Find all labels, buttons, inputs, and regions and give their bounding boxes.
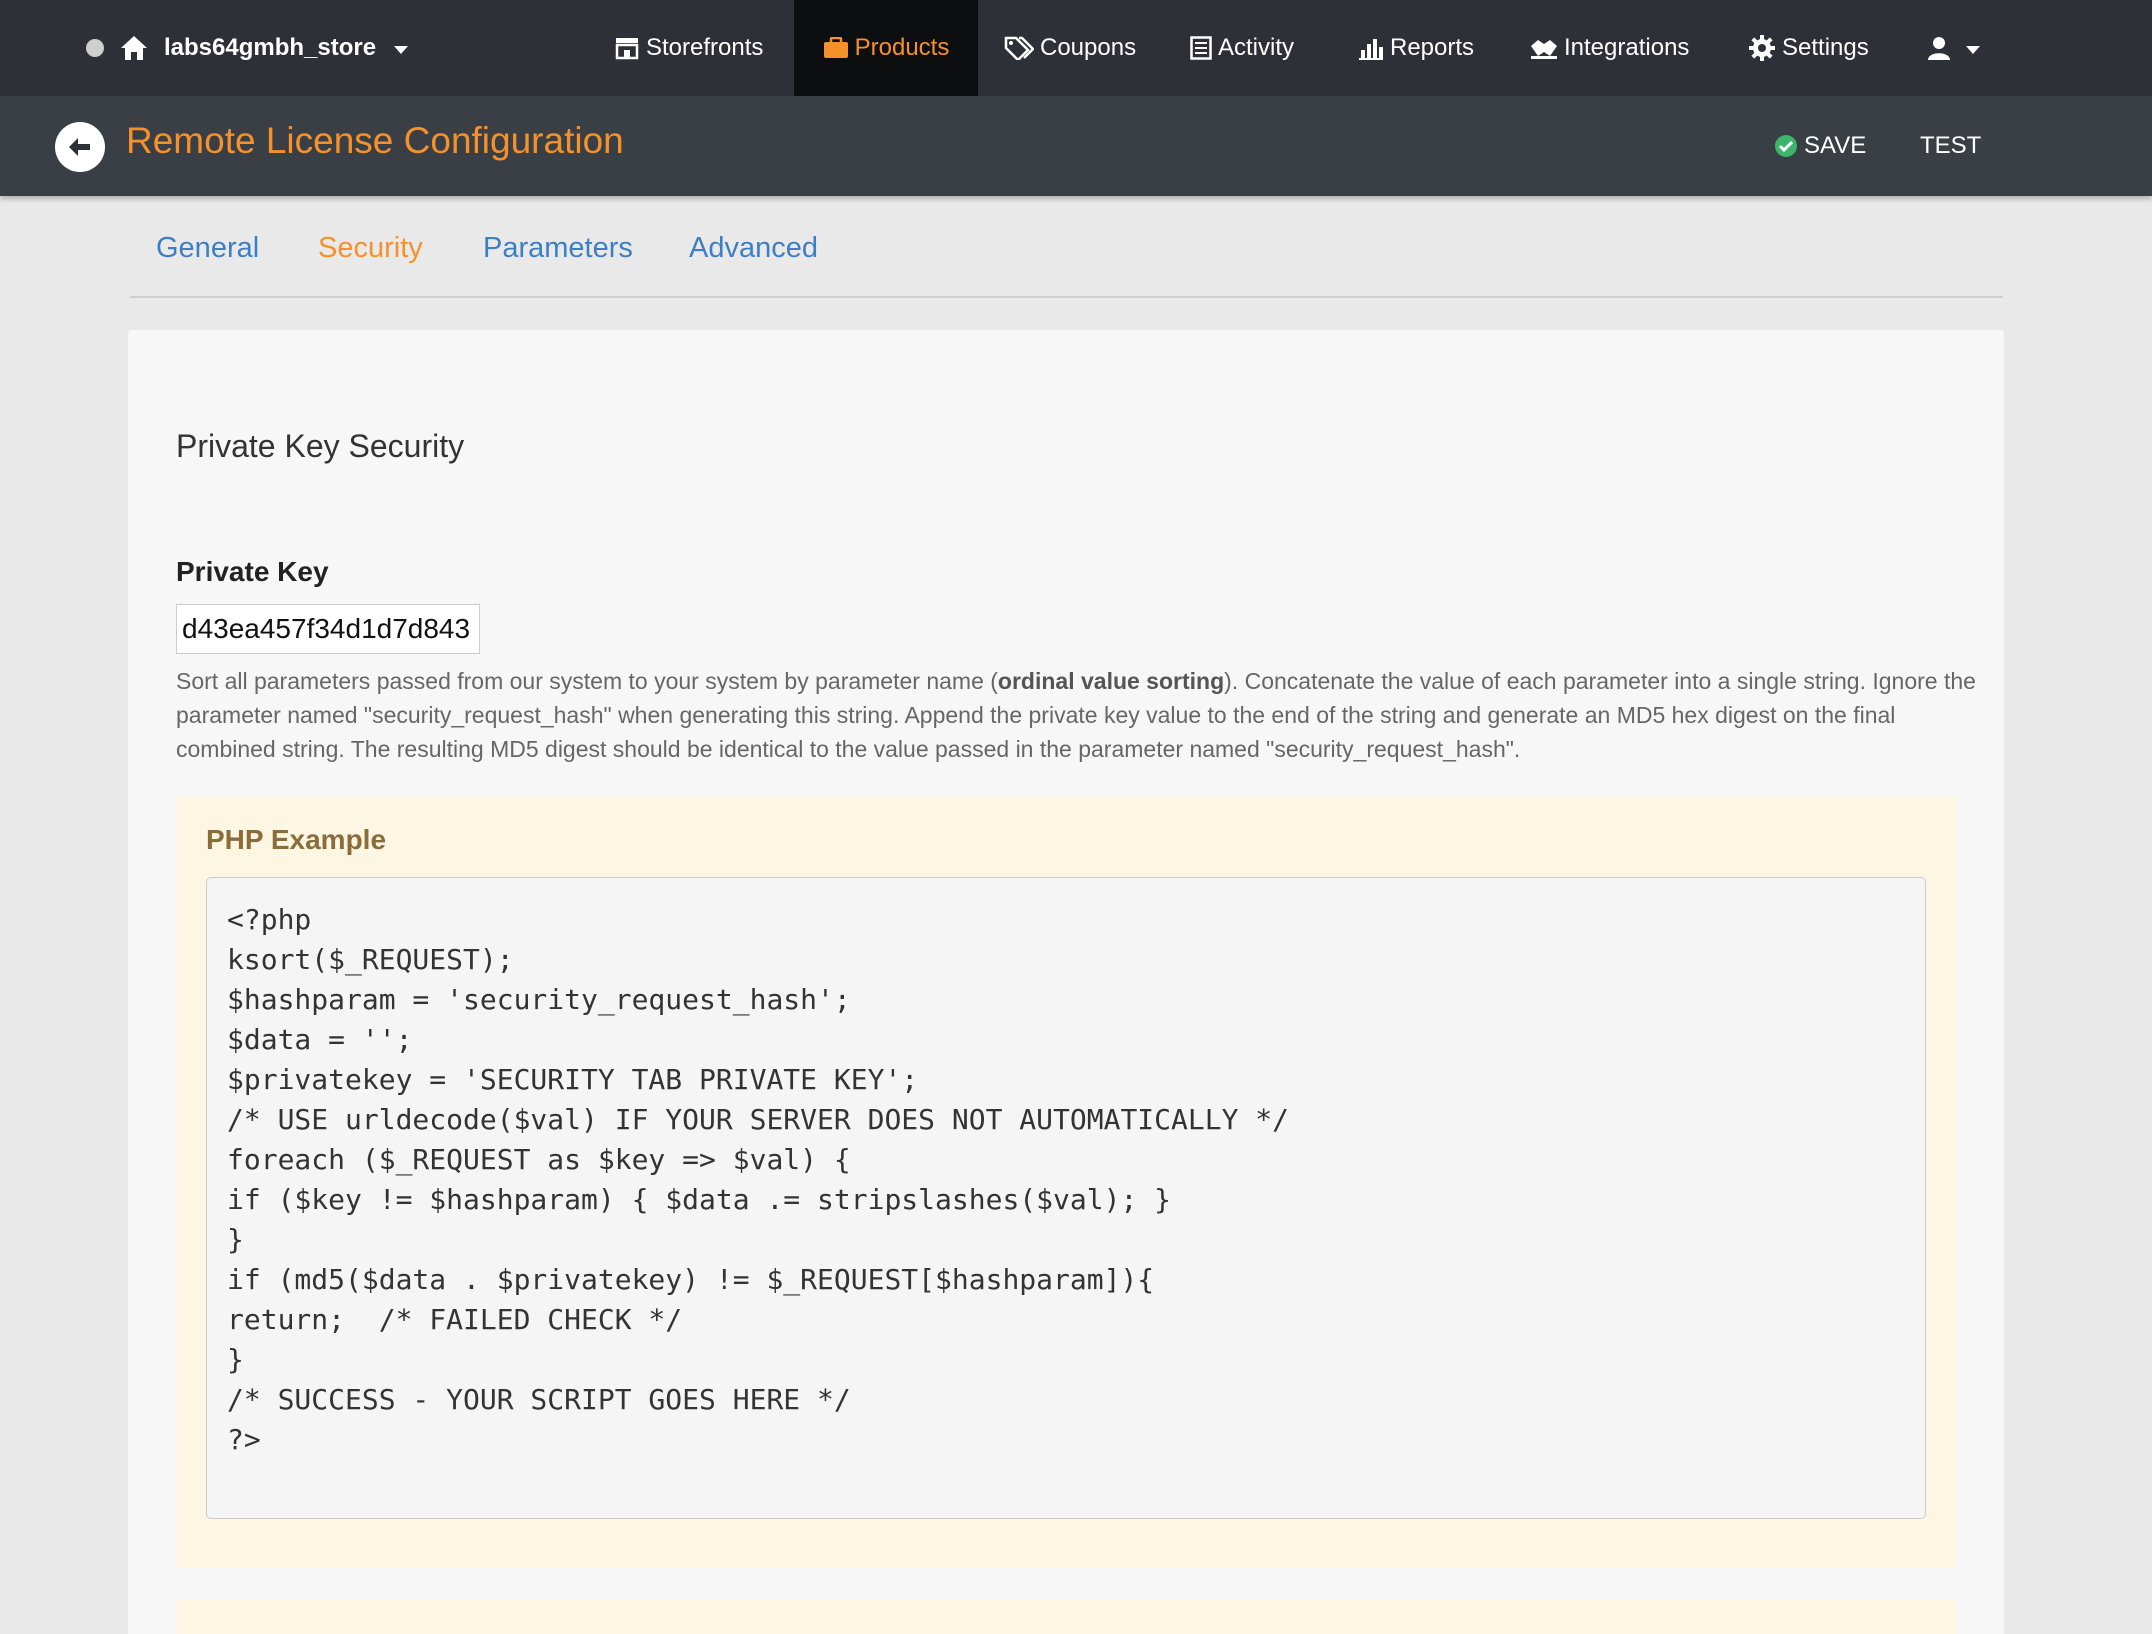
code-line: if (md5($data . $privatekey) != $_REQUES…	[227, 1263, 1155, 1296]
user-menu[interactable]	[1926, 0, 1980, 96]
back-button[interactable]	[55, 122, 105, 172]
status-dot-icon	[86, 39, 104, 57]
store-selector[interactable]: labs64gmbh_store	[86, 0, 409, 96]
nav-coupons-label: Coupons	[1040, 34, 1137, 61]
chevron-down-icon[interactable]	[394, 46, 409, 54]
private-key-label: Private Key	[176, 556, 329, 587]
nav-reports-label: Reports	[1390, 34, 1475, 61]
gear-icon	[1749, 35, 1775, 61]
code-line: if ($key != $hashparam) { $data .= strip…	[227, 1183, 1172, 1216]
nav-coupons[interactable]: Coupons	[1004, 0, 1136, 96]
test-button-label: TEST	[1920, 132, 1982, 159]
store-name[interactable]: labs64gmbh_store	[164, 34, 376, 62]
code-line: ?>	[227, 1423, 261, 1456]
help-text: Sort all parameters passed from our syst…	[176, 664, 1976, 766]
tab-advanced[interactable]: Advanced	[689, 232, 818, 265]
top-navigation: labs64gmbh_store Storefronts Products Co…	[0, 0, 2152, 96]
private-key-input[interactable]	[176, 604, 480, 654]
tab-bar: General Security Parameters Advanced	[130, 226, 2003, 298]
nav-products[interactable]: Products	[794, 0, 978, 96]
php-example-box: PHP Example <?php ksort($_REQUEST); $has…	[176, 796, 1956, 1568]
code-line: ksort($_REQUEST);	[227, 943, 514, 976]
nav-integrations[interactable]: Integrations	[1530, 0, 1689, 96]
example-title: PHP Example	[206, 824, 387, 855]
page-header: Remote License Configuration SAVE TEST	[0, 96, 2152, 196]
nav-settings-label: Settings	[1782, 34, 1869, 61]
list-icon	[1190, 36, 1212, 60]
nav-activity-label: Activity	[1218, 34, 1295, 61]
code-line: <?php	[227, 903, 312, 936]
briefcase-icon	[823, 37, 848, 58]
code-line: $data = '';	[227, 1023, 413, 1056]
home-icon[interactable]	[120, 35, 148, 61]
nav-reports[interactable]: Reports	[1358, 0, 1474, 96]
user-icon	[1928, 37, 1950, 60]
help-text-bold: ordinal value sorting	[997, 668, 1225, 694]
arrow-left-icon	[69, 138, 90, 156]
page-title: Remote License Configuration	[126, 120, 624, 161]
nav-products-label: Products	[854, 34, 950, 61]
help-text-part-1: Sort all parameters passed from our syst…	[176, 668, 998, 694]
tab-general[interactable]: General	[156, 232, 259, 265]
code-line: /* USE urldecode($val) IF YOUR SERVER DO…	[227, 1103, 1290, 1136]
code-line: }	[227, 1223, 244, 1256]
security-panel: Private Key Security Private Key Sort al…	[128, 330, 2004, 1634]
nav-storefronts-label: Storefronts	[646, 34, 764, 61]
nav-integrations-label: Integrations	[1564, 34, 1690, 61]
handshake-icon	[1531, 40, 1557, 59]
storefront-icon	[615, 38, 639, 60]
check-circle-icon	[1775, 135, 1797, 157]
bar-chart-icon	[1359, 39, 1383, 60]
nav-settings[interactable]: Settings	[1748, 0, 1869, 96]
code-line: }	[227, 1343, 244, 1376]
code-line: /* SUCCESS - YOUR SCRIPT GOES HERE */	[227, 1383, 851, 1416]
code-line: $hashparam = 'security_request_hash';	[227, 983, 851, 1016]
code-line: $privatekey = 'SECURITY TAB PRIVATE KEY'…	[227, 1063, 919, 1096]
code-line: foreach ($_REQUEST as $key => $val) {	[227, 1143, 851, 1176]
section-title: Private Key Security	[176, 428, 465, 464]
test-button[interactable]: TEST	[1920, 126, 1981, 166]
save-button[interactable]: SAVE	[1774, 126, 1866, 166]
chevron-down-icon	[1966, 46, 1980, 54]
tab-parameters[interactable]: Parameters	[483, 232, 633, 265]
nav-activity[interactable]: Activity	[1190, 0, 1294, 96]
save-button-label: SAVE	[1804, 132, 1867, 159]
code-block: <?php ksort($_REQUEST); $hashparam = 'se…	[206, 877, 1926, 1519]
second-example-box	[176, 1600, 1956, 1634]
nav-storefronts[interactable]: Storefronts	[614, 0, 763, 96]
tab-security[interactable]: Security	[318, 232, 423, 265]
code-line: return; /* FAILED CHECK */	[227, 1303, 683, 1336]
tags-icon	[1004, 36, 1034, 60]
